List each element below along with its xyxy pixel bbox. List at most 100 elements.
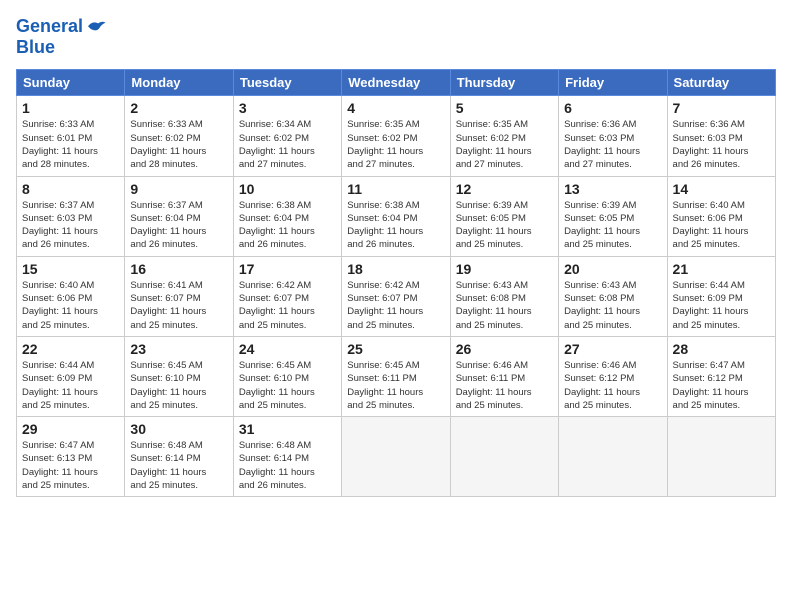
calendar-cell [342, 417, 450, 497]
calendar-cell: 10 Sunrise: 6:38 AM Sunset: 6:04 PM Dayli… [233, 176, 341, 256]
day-number: 7 [673, 100, 770, 116]
day-number: 10 [239, 181, 336, 197]
column-header-sunday: Sunday [17, 70, 125, 96]
day-info: Sunrise: 6:44 AM Sunset: 6:09 PM Dayligh… [22, 359, 119, 412]
calendar-cell: 14Sunrise: 6:40 AM Sunset: 6:06 PM Dayli… [667, 176, 775, 256]
day-info: Sunrise: 6:38 AM Sunset: 6:04 PM Dayligh… [239, 199, 336, 252]
day-number: 12 [456, 181, 553, 197]
day-number: 6 [564, 100, 661, 116]
day-number: 18 [347, 261, 444, 277]
calendar-week-4: 22 Sunrise: 6:44 AM Sunset: 6:09 PM Dayli… [17, 336, 776, 416]
day-info: Sunrise: 6:44 AM Sunset: 6:09 PM Dayligh… [673, 279, 770, 332]
calendar-cell: 23 Sunrise: 6:45 AM Sunset: 6:10 PM Dayli… [125, 336, 233, 416]
day-number: 16 [130, 261, 227, 277]
day-number: 22 [22, 341, 119, 357]
day-info: Sunrise: 6:34 AM Sunset: 6:02 PM Dayligh… [239, 118, 336, 171]
calendar-cell: 3 Sunrise: 6:34 AM Sunset: 6:02 PM Daylig… [233, 96, 341, 176]
calendar-cell: 19 Sunrise: 6:43 AM Sunset: 6:08 PM Dayli… [450, 256, 558, 336]
calendar-cell: 17 Sunrise: 6:42 AM Sunset: 6:07 PM Dayli… [233, 256, 341, 336]
day-info: Sunrise: 6:37 AM Sunset: 6:04 PM Dayligh… [130, 199, 227, 252]
day-number: 13 [564, 181, 661, 197]
calendar-cell: 22 Sunrise: 6:44 AM Sunset: 6:09 PM Dayli… [17, 336, 125, 416]
day-number: 15 [22, 261, 119, 277]
day-number: 31 [239, 421, 336, 437]
calendar-table: SundayMondayTuesdayWednesdayThursdayFrid… [16, 69, 776, 497]
calendar-cell: 25 Sunrise: 6:45 AM Sunset: 6:11 PM Dayli… [342, 336, 450, 416]
day-number: 25 [347, 341, 444, 357]
calendar-cell: 9Sunrise: 6:37 AM Sunset: 6:04 PM Daylig… [125, 176, 233, 256]
calendar-cell: 13 Sunrise: 6:39 AM Sunset: 6:05 PM Dayli… [559, 176, 667, 256]
day-number: 2 [130, 100, 227, 116]
day-number: 26 [456, 341, 553, 357]
column-header-friday: Friday [559, 70, 667, 96]
day-number: 23 [130, 341, 227, 357]
day-number: 1 [22, 100, 119, 116]
day-info: Sunrise: 6:45 AM Sunset: 6:10 PM Dayligh… [130, 359, 227, 412]
calendar-week-3: 15 Sunrise: 6:40 AM Sunset: 6:06 PM Dayli… [17, 256, 776, 336]
day-number: 27 [564, 341, 661, 357]
calendar-cell: 7 Sunrise: 6:36 AM Sunset: 6:03 PM Daylig… [667, 96, 775, 176]
day-number: 3 [239, 100, 336, 116]
day-info: Sunrise: 6:46 AM Sunset: 6:11 PM Dayligh… [456, 359, 553, 412]
column-header-saturday: Saturday [667, 70, 775, 96]
day-number: 11 [347, 181, 444, 197]
calendar-cell: 2 Sunrise: 6:33 AM Sunset: 6:02 PM Daylig… [125, 96, 233, 176]
logo-text: General Blue [16, 16, 107, 57]
day-number: 8 [22, 181, 119, 197]
day-info: Sunrise: 6:43 AM Sunset: 6:08 PM Dayligh… [456, 279, 553, 332]
day-number: 5 [456, 100, 553, 116]
day-info: Sunrise: 6:35 AM Sunset: 6:02 PM Dayligh… [456, 118, 553, 171]
day-number: 21 [673, 261, 770, 277]
day-number: 19 [456, 261, 553, 277]
day-info: Sunrise: 6:46 AM Sunset: 6:12 PM Dayligh… [564, 359, 661, 412]
day-info: Sunrise: 6:42 AM Sunset: 6:07 PM Dayligh… [239, 279, 336, 332]
logo: General Blue [16, 16, 107, 57]
calendar-cell: 16 Sunrise: 6:41 AM Sunset: 6:07 PM Dayli… [125, 256, 233, 336]
day-number: 28 [673, 341, 770, 357]
day-info: Sunrise: 6:39 AM Sunset: 6:05 PM Dayligh… [456, 199, 553, 252]
calendar-week-2: 8 Sunrise: 6:37 AM Sunset: 6:03 PM Daylig… [17, 176, 776, 256]
calendar-cell: 21 Sunrise: 6:44 AM Sunset: 6:09 PM Dayli… [667, 256, 775, 336]
calendar-cell: 24Sunrise: 6:45 AM Sunset: 6:10 PM Dayli… [233, 336, 341, 416]
calendar-cell: 29Sunrise: 6:47 AM Sunset: 6:13 PM Dayli… [17, 417, 125, 497]
day-info: Sunrise: 6:48 AM Sunset: 6:14 PM Dayligh… [130, 439, 227, 492]
calendar-cell [450, 417, 558, 497]
calendar-cell: 4 Sunrise: 6:35 AM Sunset: 6:02 PM Daylig… [342, 96, 450, 176]
column-header-monday: Monday [125, 70, 233, 96]
column-header-tuesday: Tuesday [233, 70, 341, 96]
day-number: 14 [673, 181, 770, 197]
calendar-cell: 12 Sunrise: 6:39 AM Sunset: 6:05 PM Dayli… [450, 176, 558, 256]
day-number: 30 [130, 421, 227, 437]
day-info: Sunrise: 6:47 AM Sunset: 6:12 PM Dayligh… [673, 359, 770, 412]
day-info: Sunrise: 6:37 AM Sunset: 6:03 PM Dayligh… [22, 199, 119, 252]
calendar-cell: 15 Sunrise: 6:40 AM Sunset: 6:06 PM Dayli… [17, 256, 125, 336]
calendar-week-5: 29Sunrise: 6:47 AM Sunset: 6:13 PM Dayli… [17, 417, 776, 497]
calendar-cell: 28 Sunrise: 6:47 AM Sunset: 6:12 PM Dayli… [667, 336, 775, 416]
day-info: Sunrise: 6:33 AM Sunset: 6:02 PM Dayligh… [130, 118, 227, 171]
calendar-cell [559, 417, 667, 497]
day-info: Sunrise: 6:39 AM Sunset: 6:05 PM Dayligh… [564, 199, 661, 252]
calendar-cell: 31Sunrise: 6:48 AM Sunset: 6:14 PM Dayli… [233, 417, 341, 497]
day-info: Sunrise: 6:36 AM Sunset: 6:03 PM Dayligh… [564, 118, 661, 171]
day-info: Sunrise: 6:41 AM Sunset: 6:07 PM Dayligh… [130, 279, 227, 332]
calendar-cell: 6 Sunrise: 6:36 AM Sunset: 6:03 PM Daylig… [559, 96, 667, 176]
day-number: 17 [239, 261, 336, 277]
calendar-cell: 20Sunrise: 6:43 AM Sunset: 6:08 PM Dayli… [559, 256, 667, 336]
day-info: Sunrise: 6:35 AM Sunset: 6:02 PM Dayligh… [347, 118, 444, 171]
calendar-cell [667, 417, 775, 497]
day-info: Sunrise: 6:36 AM Sunset: 6:03 PM Dayligh… [673, 118, 770, 171]
day-info: Sunrise: 6:47 AM Sunset: 6:13 PM Dayligh… [22, 439, 119, 492]
column-header-thursday: Thursday [450, 70, 558, 96]
calendar-cell: 26 Sunrise: 6:46 AM Sunset: 6:11 PM Dayli… [450, 336, 558, 416]
calendar-cell: 27 Sunrise: 6:46 AM Sunset: 6:12 PM Dayli… [559, 336, 667, 416]
column-header-wednesday: Wednesday [342, 70, 450, 96]
day-info: Sunrise: 6:43 AM Sunset: 6:08 PM Dayligh… [564, 279, 661, 332]
day-info: Sunrise: 6:40 AM Sunset: 6:06 PM Dayligh… [22, 279, 119, 332]
day-number: 4 [347, 100, 444, 116]
calendar-week-1: 1 Sunrise: 6:33 AM Sunset: 6:01 PM Daylig… [17, 96, 776, 176]
day-info: Sunrise: 6:45 AM Sunset: 6:11 PM Dayligh… [347, 359, 444, 412]
day-info: Sunrise: 6:33 AM Sunset: 6:01 PM Dayligh… [22, 118, 119, 171]
calendar-cell: 30 Sunrise: 6:48 AM Sunset: 6:14 PM Dayli… [125, 417, 233, 497]
logo-bird-icon [85, 19, 107, 35]
day-number: 24 [239, 341, 336, 357]
